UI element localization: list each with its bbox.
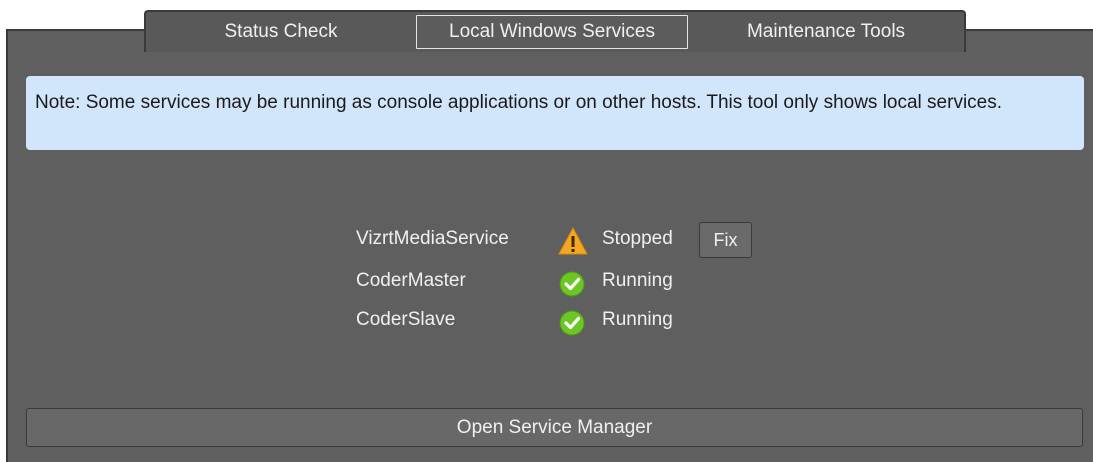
info-note: Note: Some services may be running as co… xyxy=(26,76,1084,150)
open-service-manager-button[interactable]: Open Service Manager xyxy=(26,408,1083,447)
service-row-codermaster: CoderMaster Running xyxy=(356,264,776,300)
check-circle-icon xyxy=(557,267,589,299)
window-root: Status Check Local Windows Services Main… xyxy=(0,0,1093,462)
tab-strip: Status Check Local Windows Services Main… xyxy=(144,10,966,52)
tab-maintenance-tools[interactable]: Maintenance Tools xyxy=(688,15,964,49)
tab-status-check[interactable]: Status Check xyxy=(146,15,416,49)
service-name: CoderSlave xyxy=(356,309,456,330)
check-circle-icon xyxy=(557,306,589,338)
service-status: Running xyxy=(602,309,673,330)
service-row-vizrtmediaservice: VizrtMediaService Stopped Fix xyxy=(356,222,776,258)
fix-button[interactable]: Fix xyxy=(699,222,752,258)
tab-local-windows-services[interactable]: Local Windows Services xyxy=(416,15,688,49)
service-name: VizrtMediaService xyxy=(356,228,509,249)
service-status: Running xyxy=(602,270,673,291)
service-status: Stopped xyxy=(602,228,673,249)
warning-icon xyxy=(557,225,589,257)
service-name: CoderMaster xyxy=(356,270,466,291)
service-row-coderslave: CoderSlave Running xyxy=(356,303,776,339)
